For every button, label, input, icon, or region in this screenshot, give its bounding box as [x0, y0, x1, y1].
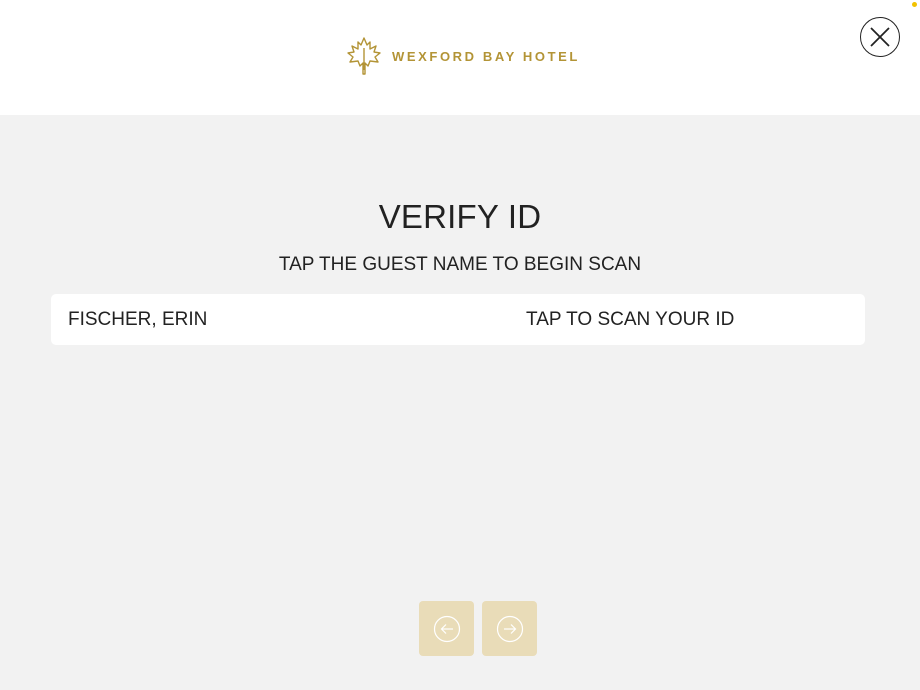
page-title: VERIFY ID — [378, 198, 542, 235]
hotel-name: WEXFORD BAY HOTEL — [392, 48, 580, 64]
maple-leaf-icon — [347, 37, 381, 75]
hotel-logo: WEXFORD BAY HOTEL — [344, 36, 580, 76]
guest-name: FISCHER, ERIN — [68, 309, 208, 330]
arrow-left-circle-icon — [433, 615, 460, 642]
scan-id-prompt: TAP TO SCAN YOUR ID — [526, 309, 735, 330]
status-dot — [912, 2, 917, 7]
close-button[interactable] — [860, 17, 900, 57]
arrow-right-circle-icon — [496, 615, 523, 642]
close-icon — [870, 27, 890, 47]
header: WEXFORD BAY HOTEL — [0, 0, 920, 115]
previous-button[interactable] — [419, 601, 474, 656]
next-button[interactable] — [482, 601, 537, 656]
guest-row[interactable]: FISCHER, ERIN TAP TO SCAN YOUR ID — [51, 294, 865, 345]
page-subtitle: TAP THE GUEST NAME TO BEGIN SCAN — [278, 254, 642, 275]
